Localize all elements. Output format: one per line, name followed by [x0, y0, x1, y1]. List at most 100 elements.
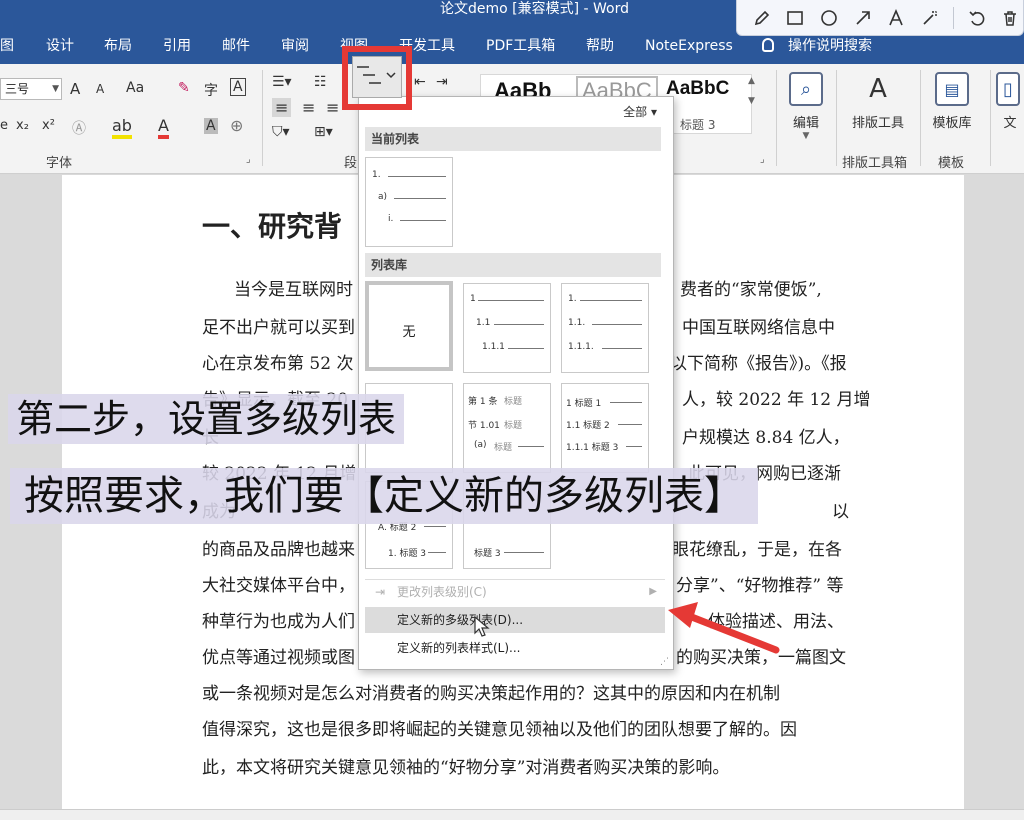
shading-icon[interactable]: ⛉▾ [272, 124, 290, 140]
gallery-scroll-up-icon[interactable]: ▲ [748, 76, 755, 86]
level-label: 1.1 [476, 318, 491, 328]
increase-indent-icon[interactable]: ⇥ [436, 74, 448, 90]
tab-help[interactable]: 帮助 [586, 30, 614, 64]
style-name-heading3: 标题 3 [680, 118, 716, 132]
menu-label: 更改列表级别(C) [397, 585, 487, 599]
highlight-icon[interactable]: ab [112, 116, 132, 139]
para-line-left: 优点等通过视频或图 [202, 648, 355, 668]
define-list-style-menu-item[interactable]: 定义新的列表样式(L)... [365, 635, 665, 661]
tab-noteexpress[interactable]: NoteExpress [645, 30, 733, 64]
para-line-right: 以 [832, 502, 849, 522]
list-style-numbered-1[interactable]: 1 1.1 1.1.1 [463, 283, 551, 373]
para-line-right: 人，较 2022 年 12 月增 [682, 390, 871, 410]
tab-review[interactable]: 审阅 [281, 30, 309, 64]
heading-word: 标题 [504, 397, 523, 407]
circle-icon[interactable] [816, 5, 842, 31]
phonetic-guide-button[interactable]: 字 [204, 80, 218, 100]
subscript-button[interactable]: x₂ [16, 118, 29, 133]
level-line [428, 552, 446, 553]
level-line [424, 526, 446, 527]
group-separator [920, 70, 921, 166]
more-tool-button[interactable]: ▯ 文 [996, 70, 1024, 131]
change-list-level-menu-item[interactable]: ⇥ 更改列表级别(C) ▶ [365, 579, 665, 605]
char-shading-button[interactable]: A [204, 118, 218, 134]
font-size-combo[interactable]: 三号 ▼ [0, 78, 62, 100]
list-filter-dropdown[interactable]: 全部 ▾ [623, 103, 657, 120]
para-line-left: 大社交媒体平台中， [202, 576, 355, 596]
level-line [400, 220, 446, 221]
level-line [518, 446, 544, 447]
para-line: 或一条视频对是怎么对消费者的购买决策起作用的？这其中的原因和内在机制 [202, 684, 780, 704]
search-icon: ⌕ [789, 72, 823, 106]
indent-icon: ⇥ [375, 585, 386, 599]
resize-grip-icon[interactable]: ⋰ [660, 657, 669, 667]
font-color-button[interactable]: A [158, 116, 169, 139]
para-line-left: 当今是互联网时 [234, 280, 353, 300]
filter-label: 全部 [623, 105, 648, 119]
level-line [388, 176, 446, 177]
level-line [602, 348, 642, 349]
para-line-right: 中国互联网络信息中 [682, 318, 835, 338]
para-line-right: 户规模达 8.84 亿人， [682, 428, 850, 448]
rectangle-icon[interactable] [783, 5, 809, 31]
list-style-numbered-dot[interactable]: 1. 1.1. 1.1.1. [561, 283, 649, 373]
magic-wand-icon[interactable] [917, 5, 943, 31]
grow-font-button[interactable]: A [70, 80, 80, 98]
align-center-icon[interactable]: ≡ [302, 98, 315, 117]
dialog-launcher-icon[interactable]: ⌟ [246, 154, 251, 165]
style-sample-heading3[interactable]: AaBbC [666, 78, 729, 100]
char-border-button[interactable]: A [230, 78, 246, 96]
tab-layout[interactable]: 布局 [104, 30, 132, 64]
edit-button[interactable]: ⌕ 编辑 ▼ [780, 70, 832, 141]
tab-pdf-toolbox[interactable]: PDF工具箱 [486, 30, 555, 64]
bullets-icon[interactable]: ☰▾ [272, 74, 292, 90]
shrink-font-button[interactable]: A [96, 82, 104, 96]
styles-launcher-icon[interactable]: ⌟ [760, 154, 765, 165]
para-line-right: 分享”、“好物推荐” 等 [676, 576, 844, 596]
define-multilevel-list-menu-item[interactable]: 定义新的多级列表(D)... [365, 607, 665, 633]
text-icon[interactable] [884, 5, 910, 31]
tab-mailings[interactable]: 邮件 [222, 30, 250, 64]
trash-icon[interactable] [997, 5, 1023, 31]
heading-word: 标题 [494, 443, 513, 453]
group-separator [990, 70, 991, 166]
decrease-indent-icon[interactable]: ⇤ [414, 74, 426, 90]
para-line-left: 的商品及品牌也越来 [202, 540, 355, 560]
para-line-left: 种草行为也成为人们 [202, 612, 355, 632]
font-group-label: 字体 [46, 156, 73, 171]
current-list-thumb[interactable]: 1. a) i. [365, 157, 453, 247]
level-line [580, 300, 642, 301]
numbering-icon[interactable]: ☷ [314, 74, 327, 90]
typeset-icon: A [869, 74, 887, 104]
list-style-none[interactable]: 无 [365, 281, 453, 371]
level-line [610, 402, 642, 403]
arrow-icon[interactable] [850, 5, 876, 31]
tab-references[interactable]: 引用 [163, 30, 191, 64]
typeset-tool-button[interactable]: A 排版工具 [846, 70, 910, 131]
level-label: 1.1.1 标题 3 [566, 443, 619, 453]
group-separator [776, 70, 777, 166]
undo-icon[interactable] [964, 5, 990, 31]
enclose-char-icon[interactable]: ⊕ [230, 116, 243, 135]
list-style-headings[interactable]: 1 标题 1 1.1 标题 2 1.1.1 标题 3 [561, 383, 649, 473]
edit-label: 编辑 [792, 116, 819, 131]
gallery-scroll-down-icon[interactable]: ▼ [748, 96, 755, 106]
none-label: 无 [402, 325, 416, 340]
tab-insert[interactable]: 图 [0, 30, 14, 64]
align-right-icon[interactable]: ≡ [326, 98, 339, 117]
italic-like-icon[interactable]: e [0, 118, 8, 133]
list-library-section: 列表库 [365, 253, 661, 277]
text-effects-icon[interactable]: Ⓐ [72, 118, 86, 138]
level-line [394, 198, 446, 199]
template-label: 模板库 [932, 116, 972, 131]
clear-format-icon[interactable]: ✎ [178, 80, 190, 96]
heading-word: 标题 [504, 421, 523, 431]
change-case-button[interactable]: Aa [126, 80, 144, 96]
superscript-button[interactable]: x² [42, 118, 55, 133]
pen-icon[interactable] [749, 5, 775, 31]
align-left-icon[interactable]: ≡ [272, 98, 292, 117]
tab-design[interactable]: 设计 [46, 30, 74, 64]
template-library-button[interactable]: ▤ 模板库 [926, 70, 978, 131]
borders-icon[interactable]: ⊞▾ [314, 124, 333, 140]
list-style-article[interactable]: 第 1 条标题 节 1.01 标题 (a) 标题 [463, 383, 551, 473]
